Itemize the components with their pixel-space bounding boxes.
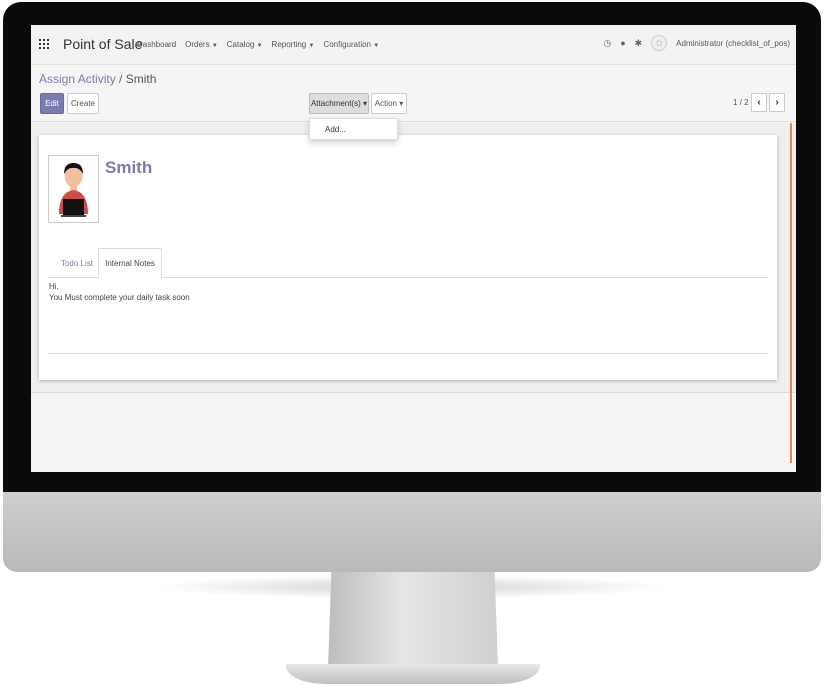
bug-icon[interactable]: ✱: [635, 38, 643, 49]
caret-down-icon: ▾: [399, 99, 404, 108]
notes-line: You Must complete your daily task soon: [49, 293, 190, 302]
user-avatar[interactable]: ◻: [651, 35, 668, 51]
form-sheet: Smith Todo List Internal Notes Hi, You M…: [39, 135, 777, 380]
screen: Point of Sale Dashboard Orders ▼ Catalog…: [31, 25, 796, 472]
employee-photo[interactable]: [48, 155, 99, 223]
user-menu[interactable]: Administrator (checklist_of_pos): [676, 39, 790, 48]
pager-value: 1 / 2: [733, 98, 749, 107]
attachments-label: Attachment(s): [310, 99, 361, 108]
attachments-button[interactable]: Attachment(s) ▾: [309, 93, 369, 114]
app-brand[interactable]: Point of Sale: [63, 36, 142, 52]
menu-configuration[interactable]: Configuration ▼: [323, 40, 379, 49]
action-label: Action: [374, 99, 397, 108]
caret-down-icon: ▼: [308, 43, 315, 49]
breadcrumb-current: Smith: [125, 72, 157, 86]
edit-button[interactable]: Edit: [40, 93, 64, 114]
apps-grid-icon[interactable]: [39, 39, 49, 49]
create-button[interactable]: Create: [67, 93, 99, 114]
toolbar-divider: [31, 121, 796, 122]
menu-dashboard[interactable]: Dashboard: [137, 40, 176, 49]
attachments-dropdown: Add...: [309, 118, 398, 140]
pager-next-button[interactable]: ›: [769, 93, 785, 112]
person-avatar-icon: [59, 163, 88, 217]
notes-line: Hi,: [49, 282, 59, 291]
main-menu: Dashboard Orders ▼ Catalog ▼ Reporting ▼…: [137, 40, 379, 49]
tab-todo-list[interactable]: Todo List: [56, 248, 98, 279]
add-attachment-item[interactable]: Add...: [325, 125, 397, 134]
tab-bar: Todo List Internal Notes: [48, 248, 768, 279]
caret-down-icon: ▼: [373, 43, 380, 49]
caret-down-icon: ▼: [256, 43, 263, 49]
monitor-chin: [3, 492, 821, 572]
menu-orders[interactable]: Orders ▼: [185, 40, 218, 49]
menu-catalog[interactable]: Catalog ▼: [227, 40, 263, 49]
caret-down-icon: ▾: [363, 99, 368, 108]
action-button[interactable]: Action ▾: [371, 93, 407, 114]
monitor-stand: [328, 572, 498, 668]
notes-divider: [48, 353, 768, 354]
top-navbar: Point of Sale Dashboard Orders ▼ Catalog…: [31, 25, 796, 65]
monitor-frame: Point of Sale Dashboard Orders ▼ Catalog…: [0, 0, 824, 686]
record-name: Smith: [105, 158, 153, 177]
breadcrumb-parent[interactable]: Assign Activity: [39, 72, 116, 86]
internal-notes-field[interactable]: Hi, You Must complete your daily task so…: [49, 281, 190, 303]
menu-reporting[interactable]: Reporting ▼: [272, 40, 315, 49]
navbar-right: ◷ ● ✱ ◻ Administrator (checklist_of_pos): [603, 35, 790, 51]
chat-icon[interactable]: ●: [620, 38, 625, 48]
caret-down-icon: ▼: [211, 43, 218, 49]
breadcrumb: Assign Activity / Smith: [39, 72, 156, 86]
pager-previous-button[interactable]: ‹: [751, 93, 767, 112]
tab-internal-notes[interactable]: Internal Notes: [98, 248, 162, 279]
monitor-base: [286, 664, 540, 684]
breadcrumb-separator: /: [119, 72, 123, 86]
scrollbar[interactable]: [790, 123, 792, 463]
clock-icon[interactable]: ◷: [603, 38, 611, 49]
